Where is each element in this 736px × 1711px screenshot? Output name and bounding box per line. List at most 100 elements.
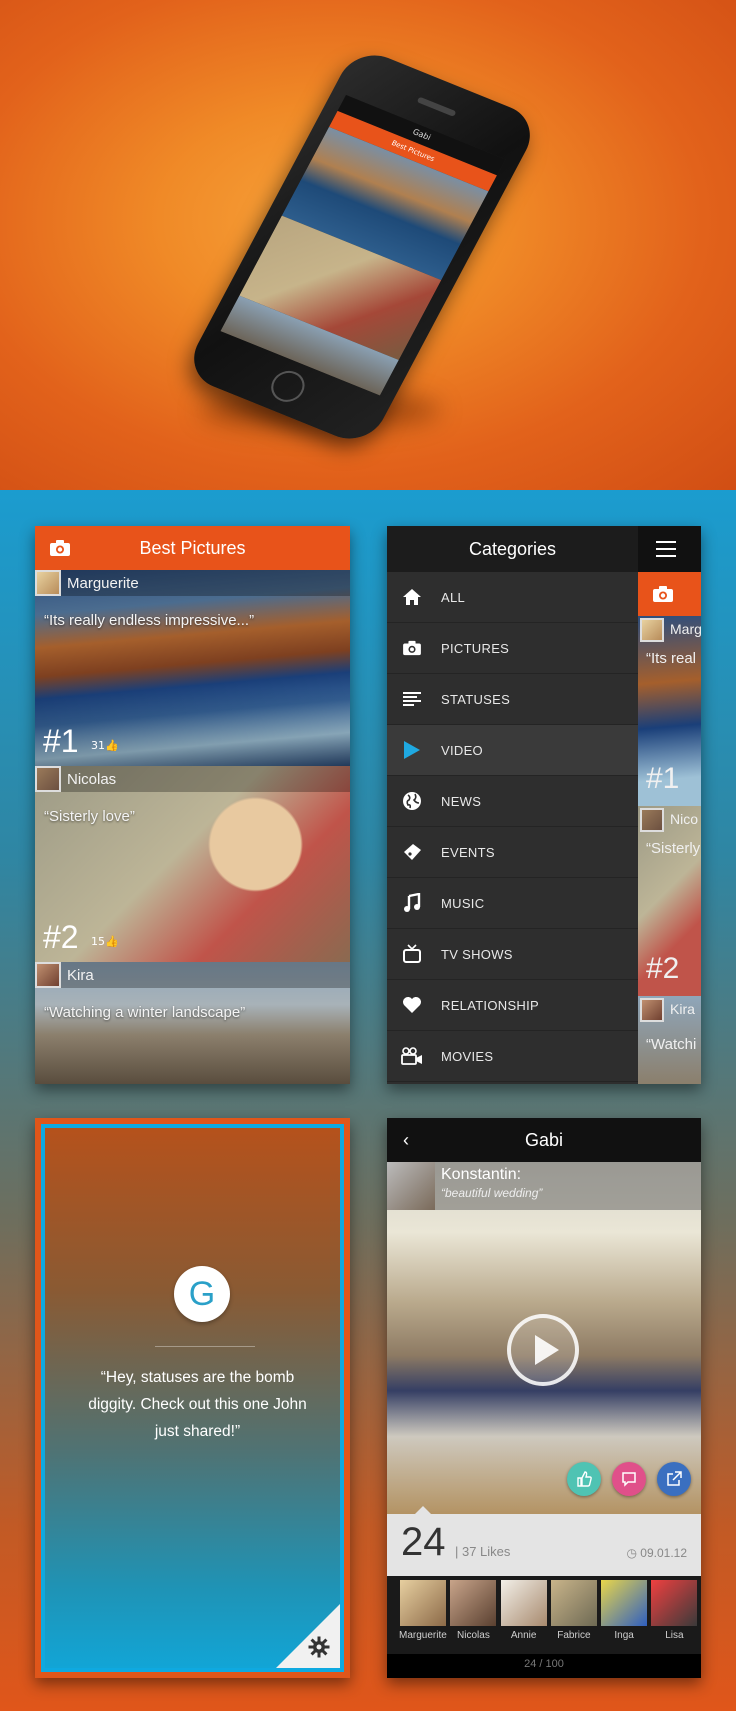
friend-item[interactable]: Annie xyxy=(500,1580,547,1654)
tv-icon xyxy=(401,943,423,965)
hamburger-menu-icon[interactable] xyxy=(656,541,676,557)
phone-screen: Gabi Best Pictures xyxy=(220,94,506,396)
author-name[interactable]: Konstantin: xyxy=(441,1166,542,1184)
category-item-video[interactable]: VIDEO xyxy=(387,725,638,776)
avatar[interactable] xyxy=(35,766,61,792)
like-button[interactable] xyxy=(567,1462,601,1496)
friend-name: Lisa xyxy=(665,1630,684,1641)
categories-title: Categories xyxy=(387,526,638,572)
avatar[interactable] xyxy=(35,962,61,988)
avatar xyxy=(450,1580,497,1626)
page-title: Gabi xyxy=(524,1130,564,1150)
post-date: ◷ 09.01.12 xyxy=(626,1546,687,1560)
category-label: PICTURES xyxy=(441,640,510,656)
likes-count: 24 xyxy=(401,1520,446,1564)
card-quote: “Sisterly love” xyxy=(44,808,135,825)
app-logo: G xyxy=(174,1266,230,1322)
card-author: Kira xyxy=(35,962,350,988)
pager: 24 / 100 xyxy=(387,1654,701,1678)
author-name[interactable]: Marguerite xyxy=(67,575,139,592)
peek-author: Marg xyxy=(670,621,701,637)
category-label: EVENTS xyxy=(441,844,495,860)
peek-author: Kira xyxy=(670,1001,695,1017)
play-icon xyxy=(401,739,423,761)
card-author: Nicolas xyxy=(35,766,350,792)
picture-card[interactable]: Nicolas “Sisterly love” #2 15👍 xyxy=(35,766,350,962)
category-label: MUSIC xyxy=(441,895,485,911)
post-caption: “beautiful wedding” xyxy=(441,1186,543,1200)
movie-camera-icon xyxy=(401,1045,423,1067)
post-author: Konstantin: “beautiful wedding” xyxy=(387,1162,701,1210)
iphone-mockup: Gabi Best Pictures xyxy=(181,45,543,449)
likes-count: 15 xyxy=(91,935,105,948)
status-quote: “Hey, statuses are the bomb diggity. Che… xyxy=(88,1369,307,1440)
best-pictures-header: Best Pictures xyxy=(35,526,350,570)
stats-notch xyxy=(415,1506,431,1514)
author-name[interactable]: Kira xyxy=(67,967,94,984)
globe-icon xyxy=(401,790,423,812)
music-note-icon xyxy=(401,892,423,914)
peek-orange-bar xyxy=(638,572,701,616)
gear-icon[interactable] xyxy=(308,1636,330,1658)
card-quote: “Its really endless impressive...” xyxy=(44,612,255,629)
card-author: Marguerite xyxy=(35,570,350,596)
peek-rank: #1 xyxy=(646,762,680,795)
picture-card[interactable]: Marguerite “Its really endless impressiv… xyxy=(35,570,350,766)
category-item-pictures[interactable]: PICTURES xyxy=(387,623,638,674)
share-icon xyxy=(667,1471,682,1486)
avatar xyxy=(640,998,664,1022)
camera-icon xyxy=(401,637,423,659)
comment-button[interactable] xyxy=(612,1462,646,1496)
avatar xyxy=(651,1580,698,1626)
category-item-movies[interactable]: MOVIES xyxy=(387,1031,638,1082)
play-button[interactable] xyxy=(507,1314,579,1386)
phone-speaker xyxy=(416,96,457,117)
category-item-all[interactable]: ALL xyxy=(387,572,638,623)
categories-menu: Categories ALL PICTURES STATUSES VIDEO N… xyxy=(387,526,638,1084)
hero-banner: Gabi Best Pictures xyxy=(0,0,736,490)
category-item-relationship[interactable]: RELATIONSHIP xyxy=(387,980,638,1031)
avatar[interactable] xyxy=(35,570,61,596)
card-likes: 15👍 xyxy=(91,935,119,948)
category-label: TV SHOWS xyxy=(441,946,513,962)
friend-item[interactable]: Marguerite xyxy=(399,1580,447,1654)
category-item-events[interactable]: EVENTS xyxy=(387,827,638,878)
category-item-music[interactable]: MUSIC xyxy=(387,878,638,929)
category-item-tv-shows[interactable]: TV SHOWS xyxy=(387,929,638,980)
category-label: RELATIONSHIP xyxy=(441,997,539,1013)
picture-card[interactable]: Kira “Watching a winter landscape” xyxy=(35,962,350,1084)
friends-strip[interactable]: Marguerite Nicolas Annie Fabrice Inga Li… xyxy=(387,1576,701,1654)
friend-name: Inga xyxy=(614,1630,634,1641)
friend-item[interactable]: Nicolas xyxy=(450,1580,497,1654)
camera-icon[interactable] xyxy=(49,539,71,557)
friend-item[interactable]: Fabrice xyxy=(550,1580,597,1654)
friend-name: Marguerite xyxy=(399,1630,447,1641)
camera-icon[interactable] xyxy=(652,585,674,603)
thumbs-up-icon xyxy=(577,1471,592,1487)
video-thumbnail[interactable]: Konstantin: “beautiful wedding” xyxy=(387,1162,701,1514)
back-chevron-icon[interactable]: ‹ xyxy=(403,1118,409,1162)
avatar[interactable] xyxy=(387,1162,435,1210)
play-icon xyxy=(535,1335,559,1365)
phone-home-button xyxy=(265,366,311,407)
friend-name: Annie xyxy=(510,1630,537,1641)
thumbs-up-icon: 👍 xyxy=(105,739,119,752)
category-item-news[interactable]: NEWS xyxy=(387,776,638,827)
peek-quote: “Its real xyxy=(646,650,697,667)
card-likes: 31👍 xyxy=(91,739,119,752)
thumbs-up-icon: 👍 xyxy=(105,935,119,948)
peek-feed: Marg “Its real #1 Nico “Sisterly #2 Kira… xyxy=(638,616,701,1084)
friend-item[interactable]: Lisa xyxy=(651,1580,698,1654)
friend-item[interactable]: Inga xyxy=(601,1580,648,1654)
category-item-statuses[interactable]: STATUSES xyxy=(387,674,638,725)
lines-icon xyxy=(401,688,423,710)
card-rank: #1 xyxy=(43,723,79,759)
share-button[interactable] xyxy=(657,1462,691,1496)
feed-peek[interactable]: Marg “Its real #1 Nico “Sisterly #2 Kira… xyxy=(638,526,701,1084)
card-rank: #2 xyxy=(43,919,79,955)
likes-label[interactable]: | 37 Likes xyxy=(455,1544,510,1559)
author-name[interactable]: Nicolas xyxy=(67,771,116,788)
peek-quote: “Watchi xyxy=(646,1036,697,1053)
avatar xyxy=(500,1580,547,1626)
friend-name: Nicolas xyxy=(457,1630,490,1641)
